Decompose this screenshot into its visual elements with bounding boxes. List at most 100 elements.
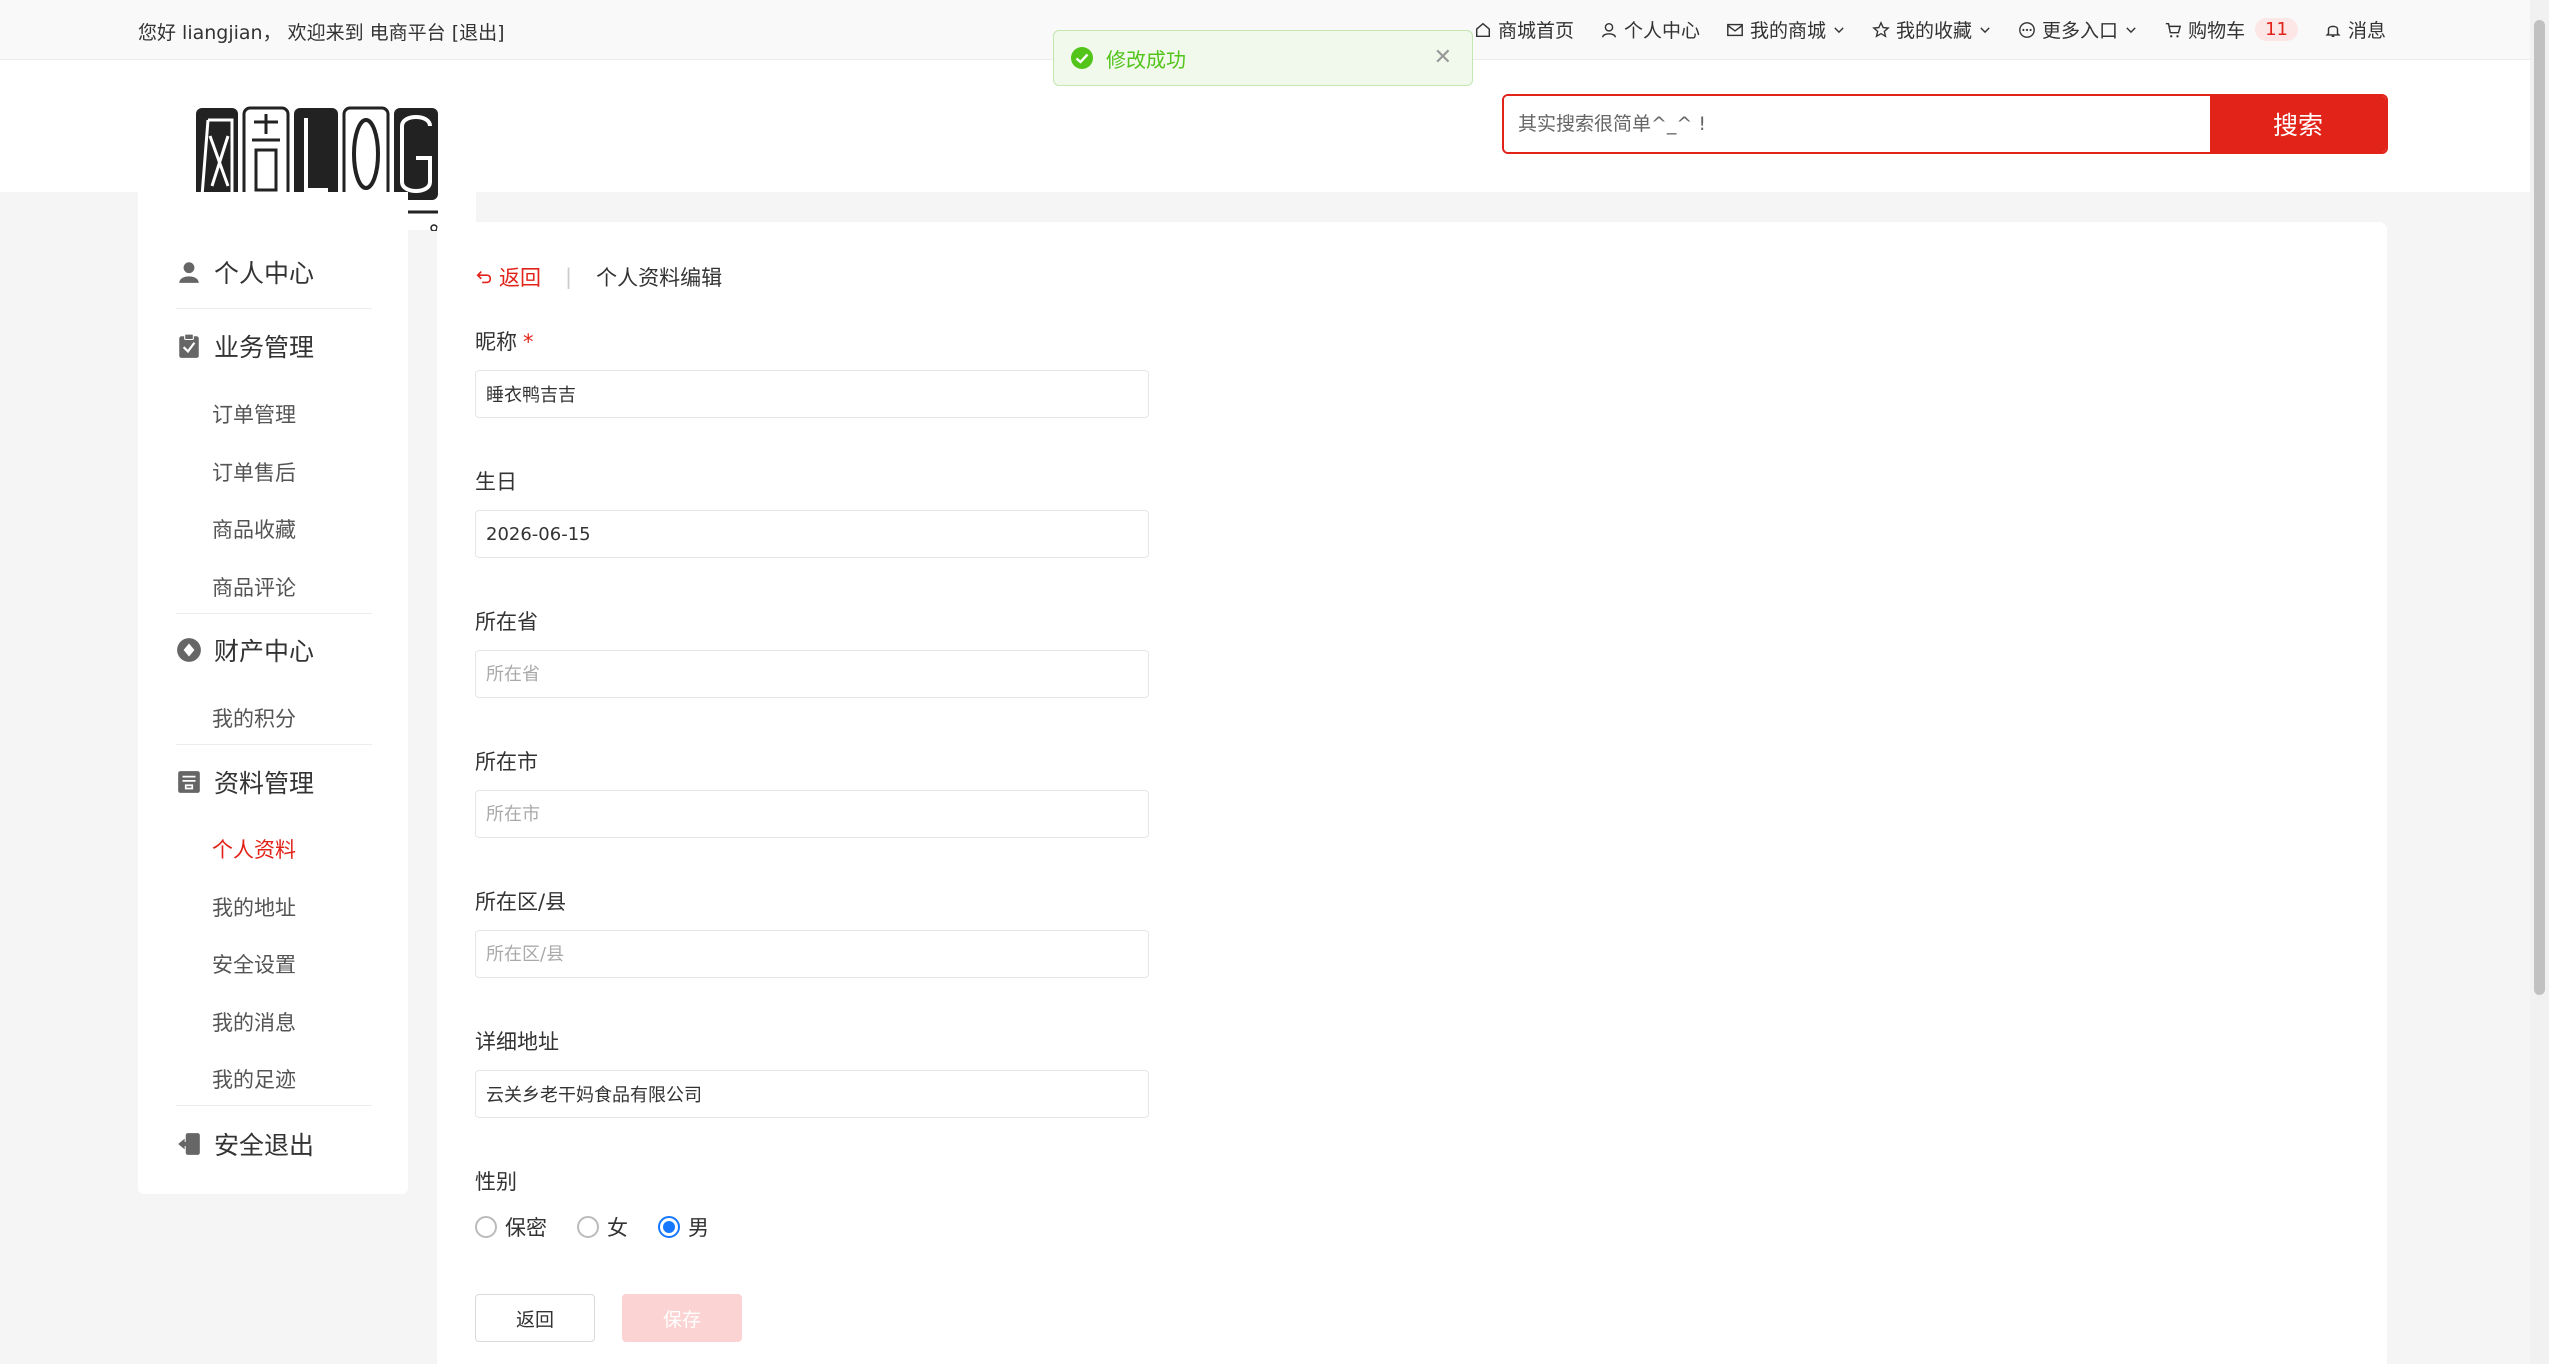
nav-favorites[interactable]: 我的收藏: [1872, 16, 1992, 43]
back-button[interactable]: 返回: [475, 1294, 595, 1342]
gender-radio-secret[interactable]: 保密: [475, 1212, 547, 1242]
nav-home-label: 商城首页: [1497, 20, 1574, 42]
gender-label: 性别: [475, 1170, 517, 1194]
top-nav: 商城首页 个人中心 我的商城 我的收藏 更多入口 购物车 11 消息: [1474, 16, 2386, 43]
star-icon: [1872, 20, 1890, 38]
cart-count-badge: 11: [2255, 18, 2298, 41]
logout-icon: [178, 1133, 200, 1155]
user-icon: [179, 262, 199, 283]
divider: [176, 744, 372, 745]
nav-personal-label: 个人中心: [1624, 20, 1701, 42]
sidebar-item-favorites[interactable]: 商品收藏: [212, 514, 296, 544]
chevron-down-icon: [1980, 26, 1990, 33]
user-icon: [1601, 22, 1617, 37]
gender-radio-male[interactable]: 男: [658, 1212, 709, 1242]
city-label: 所在市: [475, 750, 538, 774]
more-icon: [2019, 21, 2035, 38]
gender-radio-female[interactable]: 女: [577, 1212, 628, 1242]
sidebar-section-personal[interactable]: 个人中心: [176, 252, 376, 292]
success-toast: 修改成功 ✕: [1053, 30, 1473, 86]
nav-cart[interactable]: 购物车 11: [2164, 16, 2298, 43]
divider: [176, 308, 372, 309]
breadcrumb: 返回 | 个人资料编辑: [475, 262, 722, 292]
sidebar-section-logout[interactable]: 安全退出: [176, 1124, 376, 1164]
home-icon: [1475, 22, 1491, 37]
gender-radio-group: 保密 女 男: [475, 1212, 709, 1242]
search-input[interactable]: [1504, 96, 2210, 152]
sidebar-section-finance: 财产中心: [176, 630, 376, 670]
nav-home[interactable]: 商城首页: [1474, 16, 1574, 43]
toast-message: 修改成功: [1106, 47, 1186, 72]
cart-icon: [2165, 22, 2182, 37]
archive-icon: [178, 771, 200, 793]
nav-more[interactable]: 更多入口: [2018, 16, 2138, 43]
divider: [176, 613, 372, 614]
sidebar-item-profile-info[interactable]: 个人资料: [212, 834, 296, 864]
mail-icon: [1727, 23, 1743, 36]
sidebar-title-finance: 财产中心: [176, 630, 376, 670]
sidebar-item-security[interactable]: 安全设置: [212, 949, 296, 979]
nav-my-mall[interactable]: 我的商城: [1726, 16, 1846, 43]
sidebar-title-logout-label: 安全退出: [214, 1131, 315, 1160]
city-field[interactable]: [475, 790, 1149, 838]
nav-cart-label: 购物车: [2188, 20, 2246, 42]
sidebar-item-messages[interactable]: 我的消息: [212, 1007, 296, 1037]
save-button[interactable]: 保存: [622, 1294, 742, 1342]
nickname-label: 昵称 *: [475, 326, 534, 356]
search-bar: 搜索: [1502, 94, 2388, 154]
breadcrumb-current: 个人资料编辑: [596, 266, 723, 290]
sidebar-section-business: 业务管理: [176, 326, 376, 366]
breadcrumb-back-label: 返回: [499, 266, 541, 290]
nav-more-label: 更多入口: [2042, 20, 2119, 42]
sidebar-title-business-label: 业务管理: [214, 333, 315, 362]
sidebar-title-logout[interactable]: 安全退出: [176, 1124, 376, 1164]
sidebar-item-orders[interactable]: 订单管理: [212, 399, 296, 429]
district-field[interactable]: [475, 930, 1149, 978]
nickname-label-text: 昵称: [475, 330, 517, 354]
sidebar-title-profile-label: 资料管理: [214, 769, 315, 798]
close-icon[interactable]: ✕: [1434, 45, 1452, 70]
scrollbar-thumb[interactable]: [2534, 20, 2545, 995]
bell-icon: [2325, 25, 2341, 37]
radio-circle-selected[interactable]: [658, 1216, 680, 1238]
nickname-field[interactable]: [475, 370, 1149, 418]
gender-option-secret-label: 保密: [505, 1216, 547, 1240]
page-scrollbar[interactable]: [2530, 0, 2549, 1364]
radio-circle[interactable]: [475, 1216, 497, 1238]
sidebar-title-personal-label: 个人中心: [214, 259, 315, 288]
sidebar-title-finance-label: 财产中心: [214, 637, 315, 666]
breadcrumb-separator: |: [565, 265, 573, 289]
province-field[interactable]: [475, 650, 1149, 698]
birthday-label: 生日: [475, 470, 517, 494]
nav-personal[interactable]: 个人中心: [1600, 16, 1700, 43]
breadcrumb-back-link[interactable]: 返回: [475, 262, 541, 292]
coin-icon: [177, 638, 201, 662]
sidebar-item-points[interactable]: 我的积分: [212, 703, 296, 733]
birthday-field[interactable]: [475, 510, 1149, 558]
province-label: 所在省: [475, 610, 538, 634]
sidebar-title-business: 业务管理: [176, 326, 376, 366]
profile-edit-panel: 返回 | 个人资料编辑 昵称* 生日 所在省 所在市 所在区/县 详细地址 性别…: [437, 222, 2387, 1364]
chevron-down-icon: [1834, 26, 1844, 33]
sidebar: 个人中心 业务管理 订单管理 订单售后 商品收藏 商品评论 财产中心 我的积分 …: [138, 192, 408, 1194]
sidebar-title-personal[interactable]: 个人中心: [176, 252, 376, 292]
nav-messages[interactable]: 消息: [2324, 16, 2386, 43]
district-label: 所在区/县: [475, 890, 567, 914]
sidebar-item-address[interactable]: 我的地址: [212, 892, 296, 922]
nav-my-mall-label: 我的商城: [1750, 20, 1827, 42]
search-button[interactable]: 搜索: [2210, 96, 2386, 152]
sidebar-item-reviews[interactable]: 商品评论: [212, 572, 296, 602]
welcome-text: 您好 liangjian， 欢迎来到 电商平台 [退出]: [138, 22, 505, 44]
sidebar-item-after-sales[interactable]: 订单售后: [212, 457, 296, 487]
clipboard-icon: [179, 333, 199, 358]
nav-messages-label: 消息: [2347, 20, 2386, 42]
address-field[interactable]: [475, 1070, 1149, 1118]
divider: [176, 1105, 372, 1106]
sidebar-title-profile: 资料管理: [176, 762, 376, 802]
check-circle-icon: [1071, 47, 1093, 69]
sidebar-item-footprints[interactable]: 我的足迹: [212, 1064, 296, 1094]
chevron-down-icon: [2126, 26, 2136, 33]
radio-circle[interactable]: [577, 1216, 599, 1238]
gender-option-female-label: 女: [607, 1216, 628, 1240]
address-label: 详细地址: [475, 1030, 559, 1054]
